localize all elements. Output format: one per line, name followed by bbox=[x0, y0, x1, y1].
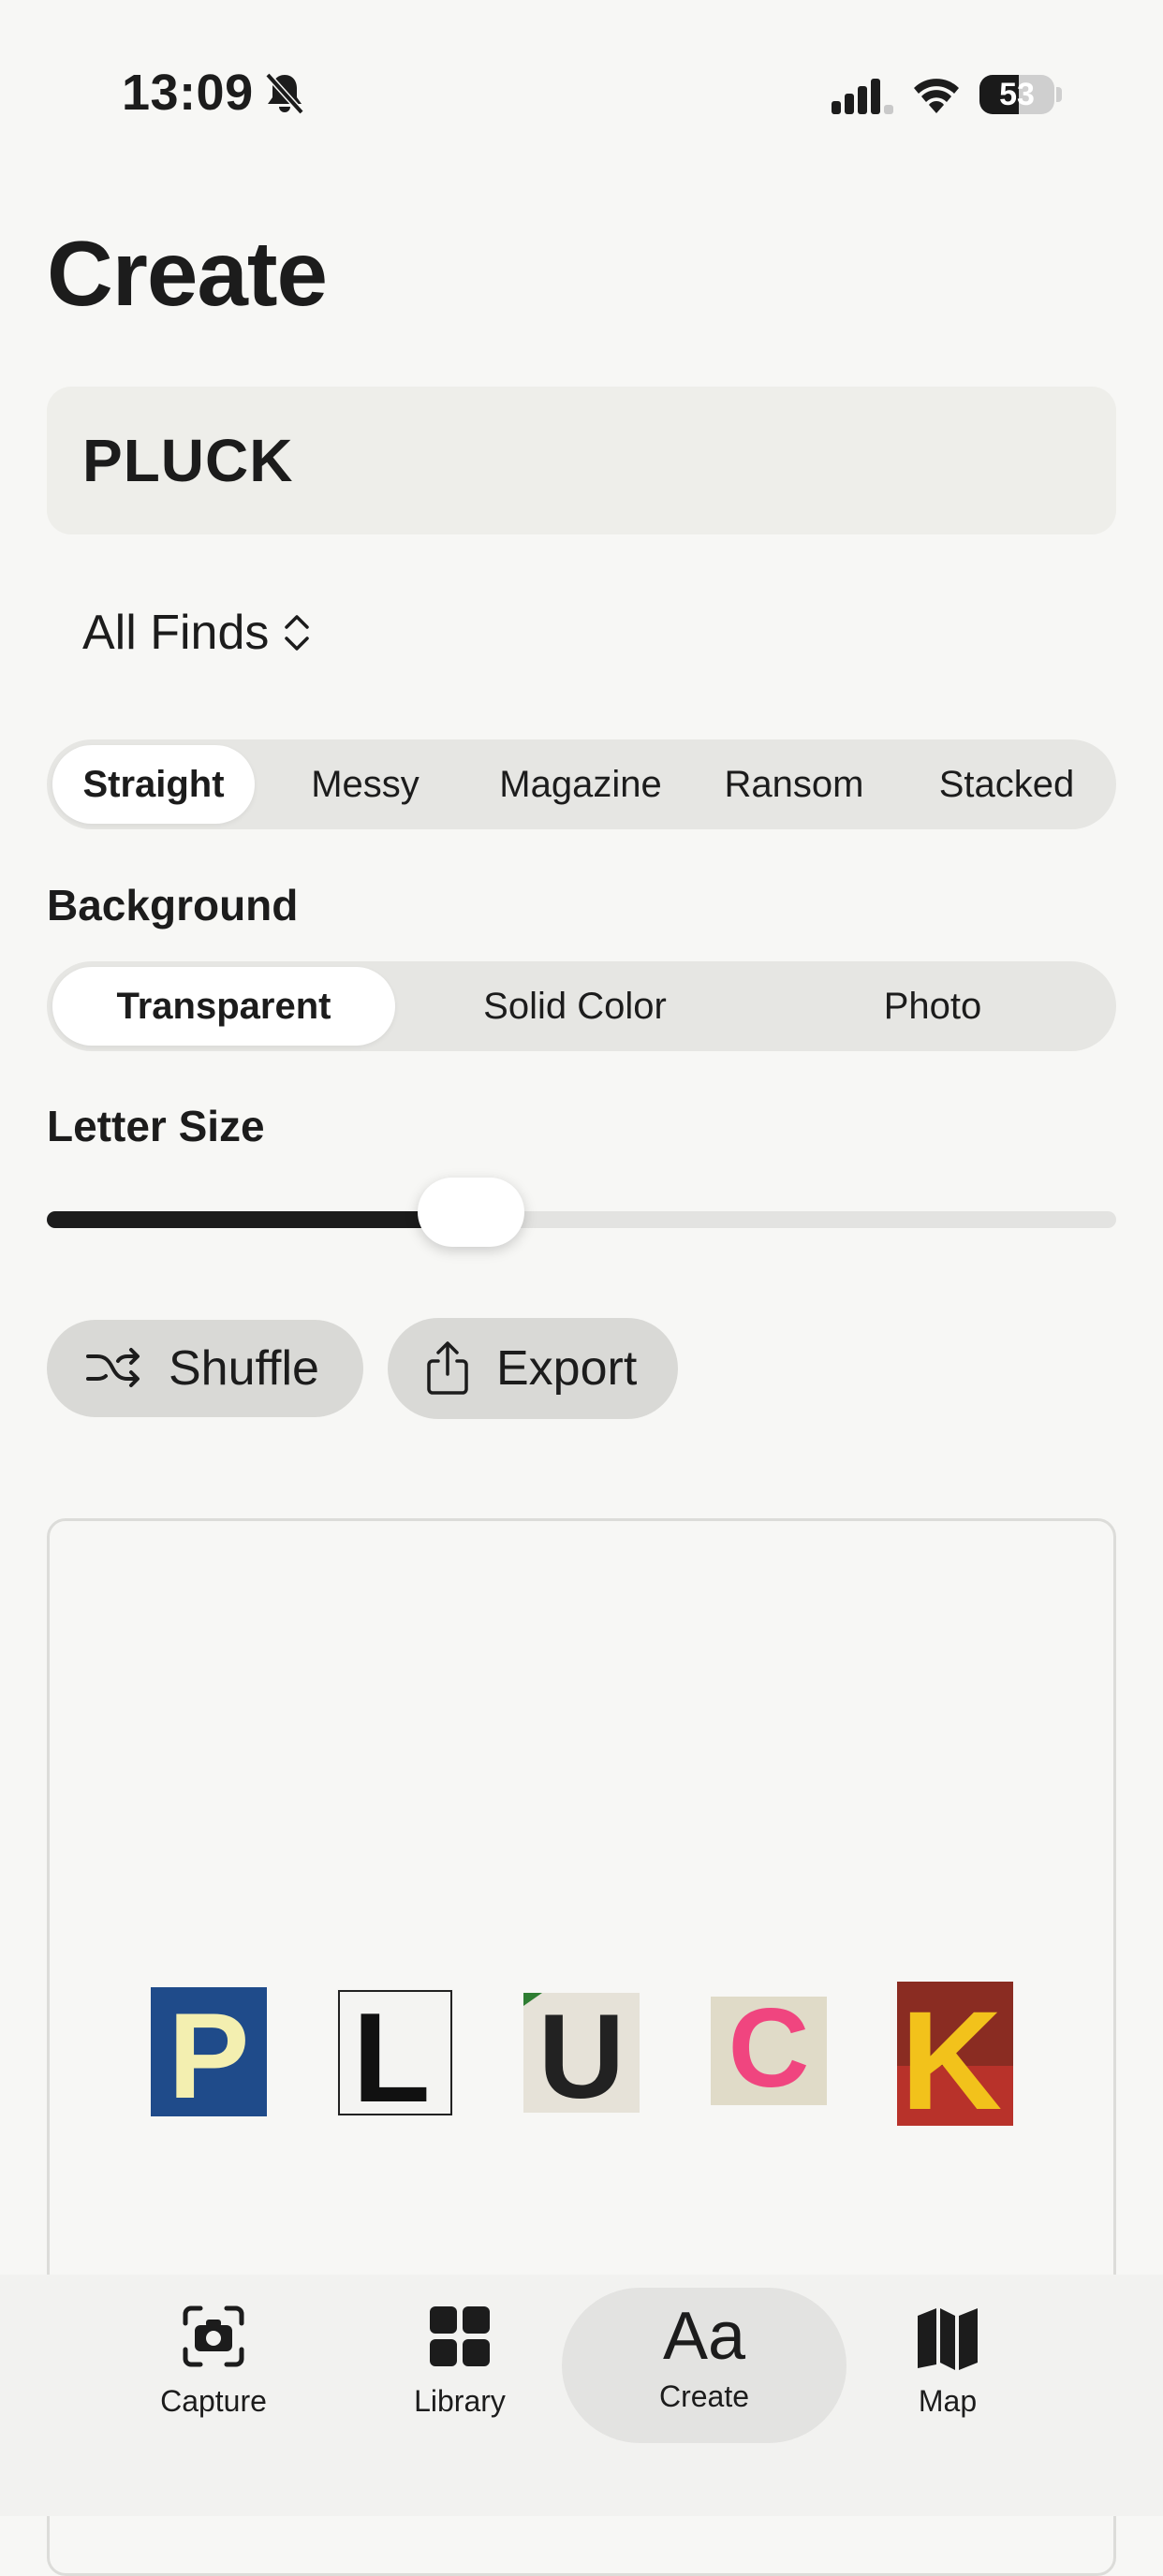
share-icon bbox=[427, 1341, 468, 1395]
map-icon bbox=[918, 2308, 978, 2370]
segment-stacked[interactable]: Stacked bbox=[903, 745, 1111, 824]
slider-thumb[interactable] bbox=[418, 1178, 525, 1247]
source-picker[interactable]: All Finds bbox=[82, 605, 312, 661]
shuffle-icon bbox=[86, 1348, 140, 1387]
shuffle-button[interactable]: Shuffle bbox=[47, 1320, 363, 1417]
tab-label: Library bbox=[414, 2384, 506, 2418]
segment-transparent[interactable]: Transparent bbox=[52, 967, 395, 1046]
segment-photo[interactable]: Photo bbox=[755, 967, 1111, 1046]
tab-library[interactable]: Library bbox=[366, 2303, 553, 2419]
background-segmented-control: Transparent Solid Color Photo bbox=[47, 961, 1116, 1051]
export-label: Export bbox=[496, 1341, 638, 1396]
letter-glyph: L bbox=[352, 1989, 430, 2116]
battery-icon: 53 bbox=[979, 75, 1054, 114]
letter-tile-p: P bbox=[151, 1987, 267, 2116]
chevron-up-down-icon bbox=[285, 615, 310, 651]
letter-tile-l: L bbox=[337, 1989, 453, 2116]
export-button[interactable]: Export bbox=[388, 1318, 678, 1419]
grid-icon bbox=[430, 2306, 490, 2366]
cellular-signal-icon bbox=[832, 79, 893, 114]
letter-glyph: U bbox=[538, 1993, 625, 2113]
tab-create[interactable]: Aa Create bbox=[611, 2303, 798, 2414]
bell-slash-icon bbox=[265, 72, 304, 115]
source-picker-label: All Finds bbox=[82, 606, 270, 660]
tab-label: Create bbox=[658, 2379, 750, 2413]
letter-size-label: Letter Size bbox=[47, 1102, 265, 1150]
letter-tile-k: K bbox=[897, 1982, 1013, 2126]
tab-label: Capture bbox=[160, 2384, 267, 2418]
page-title: Create bbox=[47, 222, 328, 325]
letter-tile-c: C bbox=[711, 1997, 827, 2105]
text-input-field[interactable]: PLUCK bbox=[47, 387, 1116, 534]
shuffle-label: Shuffle bbox=[169, 1341, 319, 1396]
style-segmented-control: Straight Messy Magazine Ransom Stacked bbox=[47, 739, 1116, 829]
letter-size-slider[interactable] bbox=[47, 1178, 1116, 1247]
status-time: 13:09 bbox=[122, 65, 254, 121]
battery-level: 53 bbox=[999, 77, 1035, 112]
camera-icon bbox=[183, 2305, 244, 2367]
tab-label: Map bbox=[918, 2384, 978, 2418]
letter-tile-u: U bbox=[523, 1993, 640, 2113]
wifi-icon bbox=[914, 79, 959, 113]
segment-straight[interactable]: Straight bbox=[52, 745, 255, 824]
segment-solid-color[interactable]: Solid Color bbox=[395, 967, 755, 1046]
text-input-value[interactable]: PLUCK bbox=[82, 387, 293, 534]
letter-glyph: C bbox=[729, 1997, 810, 2105]
tab-capture[interactable]: Capture bbox=[120, 2303, 307, 2419]
tab-map[interactable]: Map bbox=[854, 2303, 1041, 2419]
status-bar: 13:09 53 bbox=[0, 0, 1163, 187]
segment-messy[interactable]: Messy bbox=[255, 745, 476, 824]
tab-bar: Capture Library Aa Create Map bbox=[0, 2275, 1163, 2516]
letter-glyph: P bbox=[169, 1987, 250, 2116]
text-aa-icon: Aa bbox=[662, 2299, 746, 2374]
background-label: Background bbox=[47, 881, 299, 929]
slider-fill bbox=[47, 1211, 472, 1228]
segment-ransom[interactable]: Ransom bbox=[685, 745, 903, 824]
segment-magazine[interactable]: Magazine bbox=[476, 745, 685, 824]
letter-glyph: K bbox=[901, 1982, 1002, 2126]
battery-tip bbox=[1056, 87, 1062, 102]
